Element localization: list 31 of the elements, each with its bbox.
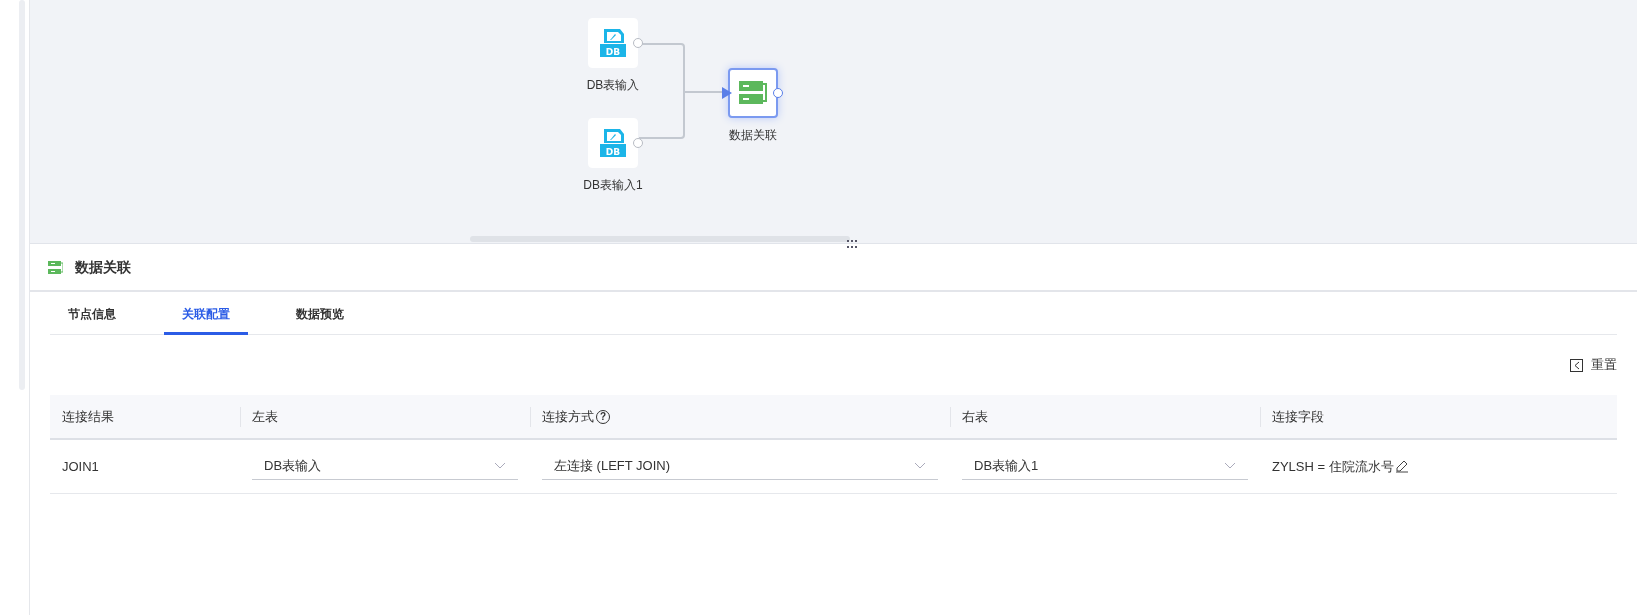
table-cell: JOIN1 — [62, 458, 99, 474]
tab[interactable]: 节点信息 — [50, 292, 134, 335]
tab[interactable]: 数据预览 — [278, 292, 362, 335]
resize-handle-icon[interactable] — [847, 240, 857, 248]
chevron-down-icon — [1224, 462, 1236, 470]
join-field-text: ZYLSH = 住院流水号 — [1272, 457, 1394, 476]
column-header: 连接字段 — [1272, 407, 1324, 426]
node-label: 数据关联 — [729, 127, 777, 144]
node-label: DB表输入1 — [583, 177, 643, 194]
column-header: 连接方式 — [542, 407, 594, 426]
node-label: DB表输入 — [586, 77, 640, 94]
select-field[interactable]: DB表输入 — [252, 452, 518, 481]
input-port-icon[interactable] — [722, 87, 732, 99]
output-port-icon[interactable] — [633, 138, 643, 148]
edit-icon[interactable] — [1394, 459, 1409, 474]
chevron-down-icon — [914, 462, 926, 470]
column-header: 左表 — [252, 407, 278, 426]
flow-node[interactable] — [728, 68, 778, 118]
tab[interactable]: 关联配置 — [164, 292, 248, 335]
output-port-icon[interactable] — [773, 88, 783, 98]
reset-button[interactable]: 重置 — [1570, 355, 1617, 375]
table-join-icon — [739, 80, 767, 106]
select-field[interactable]: 左连接 (LEFT JOIN) — [542, 452, 938, 481]
column-header: 右表 — [962, 407, 988, 426]
output-port-icon[interactable] — [633, 38, 643, 48]
reset-icon — [1570, 358, 1583, 372]
table-join-icon — [48, 259, 63, 275]
select-field[interactable]: DB表输入1 — [962, 452, 1248, 481]
chevron-down-icon — [494, 462, 506, 470]
column-header: 连接结果 — [62, 407, 114, 426]
panel-title: 数据关联 — [75, 257, 131, 277]
